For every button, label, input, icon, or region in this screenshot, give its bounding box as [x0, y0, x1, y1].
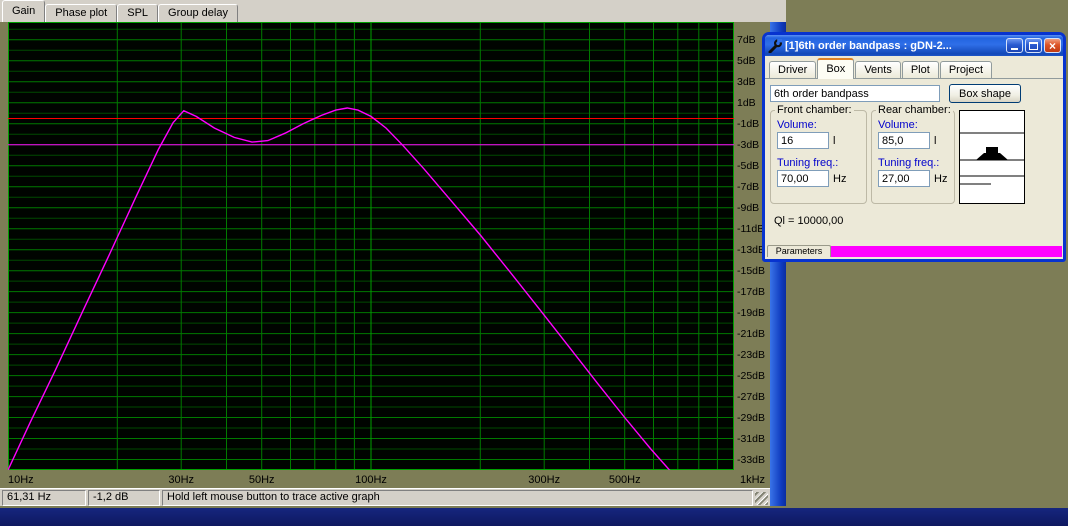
resize-grip[interactable] — [755, 492, 768, 505]
front-tuning-input[interactable] — [777, 170, 829, 187]
front-chamber-legend: Front chamber: — [775, 104, 854, 116]
parameters-tab[interactable]: Parameters — [767, 245, 831, 257]
y-tick-label: -19dB — [737, 307, 771, 319]
rear-volume-input[interactable] — [878, 132, 930, 149]
rear-tuning-unit: Hz — [934, 173, 947, 185]
tab-spl[interactable]: SPL — [117, 4, 158, 22]
graph-window: Gain Phase plot SPL Group delay 7dB5dB3d… — [0, 0, 786, 507]
speaker-magnet-shape — [986, 147, 998, 154]
y-tick-label: -33dB — [737, 454, 771, 466]
rear-chamber-legend: Rear chamber: — [876, 104, 953, 116]
tab-group-delay[interactable]: Group delay — [158, 4, 238, 22]
rear-volume-unit: l — [934, 135, 936, 147]
ql-value: Ql = 10000,00 — [774, 215, 843, 227]
box-tab-page: Box shape Front chamber: Volume: l Tunin… — [765, 79, 1063, 257]
front-volume-label: Volume: — [777, 119, 817, 131]
box-shape-diagram — [959, 110, 1025, 204]
close-button[interactable]: × — [1044, 38, 1061, 53]
box-name-input[interactable] — [770, 85, 940, 102]
front-chamber-group: Front chamber: Volume: l Tuning freq.: H… — [770, 110, 867, 204]
box-shape-button[interactable]: Box shape — [949, 84, 1021, 103]
minimize-button[interactable] — [1006, 38, 1023, 53]
tab-phase-plot[interactable]: Phase plot — [45, 4, 117, 22]
x-tick-label: 100Hz — [355, 474, 387, 486]
y-tick-label: -25dB — [737, 370, 771, 382]
rear-tuning-input[interactable] — [878, 170, 930, 187]
rear-volume-label: Volume: — [878, 119, 918, 131]
y-tick-label: -27dB — [737, 391, 771, 403]
dialog-title: [1]6th order bandpass : gDN-2... — [785, 40, 1004, 52]
wrench-icon — [768, 39, 782, 53]
maximize-button[interactable] — [1025, 38, 1042, 53]
y-tick-label: -29dB — [737, 412, 771, 424]
parameters-accent-bar — [831, 246, 1062, 257]
y-tick-label: -15dB — [737, 265, 771, 277]
y-tick-label: -17dB — [737, 286, 771, 298]
tab-project[interactable]: Project — [940, 61, 992, 78]
tab-gain[interactable]: Gain — [2, 0, 45, 22]
status-cursor-level: -1,2 dB — [88, 490, 160, 506]
gain-response-curve — [8, 108, 673, 470]
y-tick-label: -23dB — [737, 349, 771, 361]
maximize-icon — [1029, 42, 1038, 50]
tab-driver[interactable]: Driver — [769, 61, 816, 78]
y-tick-label: -31dB — [737, 433, 771, 445]
status-cursor-frequency: 61,31 Hz — [2, 490, 86, 506]
x-tick-label: 1kHz — [740, 474, 765, 486]
x-tick-label: 300Hz — [528, 474, 560, 486]
x-tick-label: 50Hz — [249, 474, 275, 486]
front-tuning-unit: Hz — [833, 173, 846, 185]
status-bar: 61,31 Hz -1,2 dB Hold left mouse button … — [0, 488, 770, 506]
close-icon: × — [1049, 40, 1056, 52]
x-tick-label: 30Hz — [168, 474, 194, 486]
front-volume-input[interactable] — [777, 132, 829, 149]
gain-plot-area: 7dB5dB3dB1dB-1dB-3dB-5dB-7dB-9dB-11dB-13… — [0, 22, 770, 488]
tab-vents[interactable]: Vents — [855, 61, 901, 78]
plot-tab-strip: Gain Phase plot SPL Group delay — [0, 0, 786, 22]
minimize-icon — [1011, 48, 1018, 50]
dialog-bottom-strip: Parameters — [765, 243, 1063, 257]
box-dialog: [1]6th order bandpass : gDN-2... × Drive… — [762, 32, 1066, 262]
x-tick-label: 500Hz — [609, 474, 641, 486]
desktop: { "app": { "background_color": "#7d7d56"… — [0, 0, 1068, 526]
front-volume-unit: l — [833, 135, 835, 147]
status-hint: Hold left mouse button to trace active g… — [162, 490, 753, 506]
rear-tuning-label: Tuning freq.: — [878, 157, 939, 169]
y-tick-label: -21dB — [737, 328, 771, 340]
tab-box[interactable]: Box — [817, 58, 854, 79]
bottom-window-edge — [0, 508, 1068, 526]
dialog-titlebar[interactable]: [1]6th order bandpass : gDN-2... × — [765, 35, 1063, 56]
dialog-tab-strip: Driver Box Vents Plot Project — [765, 56, 1063, 79]
x-tick-label: 10Hz — [8, 474, 34, 486]
front-tuning-label: Tuning freq.: — [777, 157, 838, 169]
tab-plot[interactable]: Plot — [902, 61, 939, 78]
rear-chamber-group: Rear chamber: Volume: l Tuning freq.: Hz — [871, 110, 955, 204]
gain-plot-canvas[interactable] — [8, 22, 734, 470]
